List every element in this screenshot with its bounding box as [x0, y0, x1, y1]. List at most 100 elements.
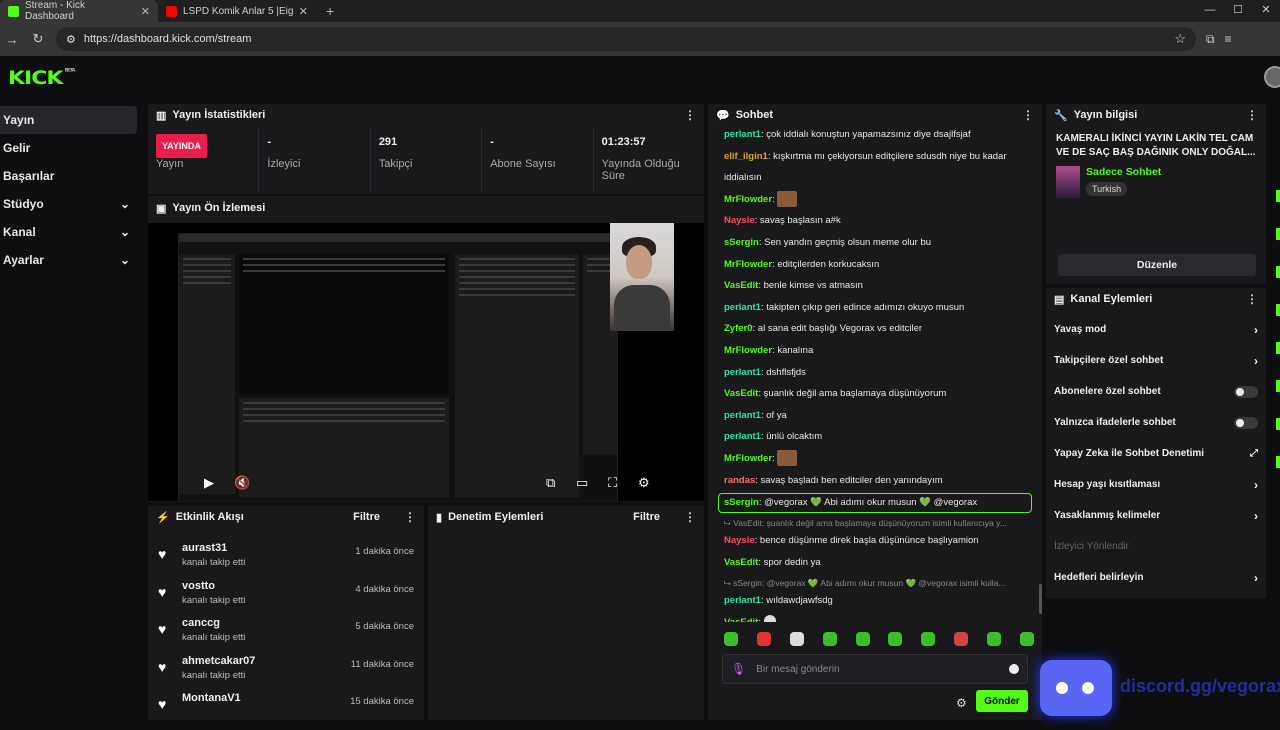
sidebar-item-ayarlar[interactable]: Ayarlar ⌄	[0, 246, 140, 274]
forward-icon[interactable]: →	[4, 32, 20, 47]
action-ai-moderation[interactable]: Yapay Zeka ile Sohbet Denetimi ⤢	[1046, 438, 1266, 469]
chat-message[interactable]: perlant1: ünlü olcaktım	[708, 426, 1034, 448]
mute-icon[interactable]: 🔇	[234, 475, 250, 491]
close-tab-icon[interactable]: ✕	[141, 5, 150, 18]
fullscreen-icon[interactable]: ⛶	[608, 475, 617, 491]
chat-message[interactable]: MrFlowder: editçilerden korkucaksın	[708, 254, 1034, 276]
chat-username[interactable]: elif_ilgin1	[724, 151, 768, 162]
chat-message[interactable]: MrFlowder:	[708, 189, 1034, 211]
activity-user[interactable]: vostto	[182, 580, 245, 592]
avatar[interactable]	[1264, 66, 1280, 88]
emote-icon[interactable]	[921, 632, 936, 646]
chat-message[interactable]: perlant1: takipten çıkıp geri edince adı…	[708, 297, 1034, 319]
emote-icon[interactable]	[789, 632, 804, 646]
chat-message[interactable]: perlant1: wıldawdjawfsdg	[708, 590, 1034, 612]
action-banned-words[interactable]: Yasaklanmış kelimeler ›	[1046, 500, 1266, 531]
chat-message[interactable]: elif_ilgin1: kışkırtma mı çekiyorsun edi…	[708, 146, 1034, 168]
chat-message[interactable]: MrFlowder:	[708, 448, 1034, 470]
chat-scrollbar[interactable]	[1039, 584, 1042, 614]
chat-message[interactable]: randas: savaş başladı ben editciler den …	[708, 470, 1034, 492]
chat-message[interactable]: VasEdit: benle kimse vs atmasın	[708, 275, 1034, 297]
reload-icon[interactable]: ↻	[30, 31, 46, 47]
chat-message[interactable]: VasEdit: spor dedin ya	[708, 552, 1034, 574]
more-options-icon[interactable]: ⋮	[684, 108, 696, 122]
activity-user[interactable]: aurast31	[182, 542, 245, 554]
chat-message[interactable]: Naysie: bence düşünme direk başla düşünü…	[708, 530, 1034, 552]
emote-icon[interactable]	[724, 632, 738, 646]
chat-username[interactable]: VasEdit	[724, 280, 758, 291]
emote-icon[interactable]	[954, 632, 969, 646]
mic-icon[interactable]: 🎙	[731, 662, 746, 676]
chat-message[interactable]: Naysie: savaş başlasın a#k	[708, 210, 1034, 232]
chat-username[interactable]: sSergin	[724, 237, 759, 248]
chat-message-list[interactable]: perlant1: çok iddialı konuştun yapamazsı…	[708, 124, 1034, 622]
chat-reply-context[interactable]: ⮡ VasEdit: şuanlık değil ama başlamaya d…	[708, 516, 1034, 530]
minimize-icon[interactable]: —	[1196, 0, 1224, 22]
url-field[interactable]: ⚙ https://dashboard.kick.com/stream ☆	[56, 27, 1196, 51]
emote-icon[interactable]	[987, 632, 1001, 646]
settings-icon[interactable]: ⚙	[638, 475, 650, 491]
media-control-icon[interactable]: ≡	[1225, 32, 1232, 46]
emote-icon[interactable]	[1019, 632, 1034, 646]
sidebar-item-yayin[interactable]: Yayın	[0, 106, 137, 134]
sidebar-item-gelir[interactable]: Gelir	[0, 134, 140, 162]
chat-reply-context[interactable]: ⮡ sSergin: @vegorax 💚 Abi adımı okur mus…	[708, 576, 1034, 590]
more-options-icon[interactable]: ⋮	[1246, 292, 1258, 306]
chat-username[interactable]: VasEdit	[724, 557, 758, 568]
emote-icon[interactable]	[822, 632, 837, 646]
chat-username[interactable]: perlant1	[724, 410, 761, 421]
chat-username[interactable]: perlant1	[724, 367, 761, 378]
action-slow-mode[interactable]: Yavaş mod ›	[1046, 314, 1266, 345]
kick-logo[interactable]: KICK BETA	[8, 68, 76, 89]
more-options-icon[interactable]: ⋮	[1246, 108, 1258, 122]
pip-icon[interactable]: ⧉	[546, 475, 555, 491]
more-options-icon[interactable]: ⋮	[404, 510, 416, 524]
emote-icon[interactable]	[756, 632, 771, 646]
close-window-icon[interactable]: ✕	[1252, 0, 1280, 22]
category-thumbnail[interactable]	[1056, 166, 1080, 198]
more-options-icon[interactable]: ⋮	[1022, 108, 1034, 122]
sidebar-item-studyo[interactable]: Stüdyo ⌄	[0, 190, 140, 218]
maximize-icon[interactable]: ☐	[1224, 0, 1252, 22]
sidebar-item-basarilar[interactable]: Başarılar	[0, 162, 140, 190]
play-icon[interactable]: ▶	[204, 475, 214, 491]
chat-username[interactable]: perlant1	[724, 302, 761, 313]
send-button[interactable]: Gönder	[976, 690, 1028, 712]
chat-username[interactable]: Naysie	[724, 535, 755, 546]
chat-message[interactable]: perlant1: of ya	[708, 405, 1034, 427]
chat-input[interactable]: 🎙 Bir mesaj gönderin	[722, 654, 1028, 684]
close-tab-icon[interactable]: ✕	[299, 5, 308, 18]
filter-button[interactable]: Filtre	[633, 511, 660, 523]
action-account-age[interactable]: Hesap yaşı kısıtlaması ›	[1046, 469, 1266, 500]
activity-user[interactable]: ahmetcakar07	[182, 655, 255, 667]
chat-username[interactable]: perlant1	[724, 595, 761, 606]
chat-username[interactable]: sSergin	[724, 497, 759, 508]
bookmark-star-icon[interactable]: ☆	[1174, 31, 1186, 47]
category-name[interactable]: Sadece Sohbet	[1086, 166, 1161, 178]
filter-button[interactable]: Filtre	[353, 511, 380, 523]
chat-username[interactable]: Zyfer0	[724, 323, 753, 334]
sidebar-item-kanal[interactable]: Kanal ⌄	[0, 218, 140, 246]
action-followers-only[interactable]: Takipçilere özel sohbet ›	[1046, 345, 1266, 376]
chat-message[interactable]: Zyfer0: al sana edit başlığı Vegorax vs …	[708, 318, 1034, 340]
chat-message[interactable]: iddialısın	[708, 167, 1034, 189]
browser-tab-kick[interactable]: Stream - Kick Dashboard ✕	[0, 0, 158, 22]
video-player[interactable]: ▶ 🔇 ⧉ ▭ ⛶ ⚙	[148, 223, 704, 501]
chat-settings-icon[interactable]: ⚙	[956, 696, 967, 710]
emoji-picker-icon[interactable]	[1009, 664, 1019, 674]
emote-icon[interactable]	[855, 632, 870, 646]
more-options-icon[interactable]: ⋮	[684, 510, 696, 524]
chat-username[interactable]: perlant1	[724, 129, 761, 140]
chat-message[interactable]: perlant1: dshflsfjds	[708, 362, 1034, 384]
chat-username[interactable]: VasEdit	[724, 388, 758, 399]
theater-icon[interactable]: ▭	[576, 475, 588, 491]
chat-message[interactable]: VasEdit:	[708, 612, 1034, 622]
chat-message[interactable]: sSergin: @vegorax 💚 Abi adımı okur musun…	[718, 493, 1032, 514]
edit-button[interactable]: Düzenle	[1058, 254, 1256, 276]
emote-icon[interactable]	[888, 632, 903, 646]
chat-username[interactable]: MrFlowder	[724, 259, 772, 270]
chat-username[interactable]: VasEdit	[724, 617, 758, 622]
chat-username[interactable]: randas	[724, 475, 755, 486]
site-info-icon[interactable]: ⚙	[66, 33, 76, 46]
chat-username[interactable]: Naysie	[724, 215, 755, 226]
